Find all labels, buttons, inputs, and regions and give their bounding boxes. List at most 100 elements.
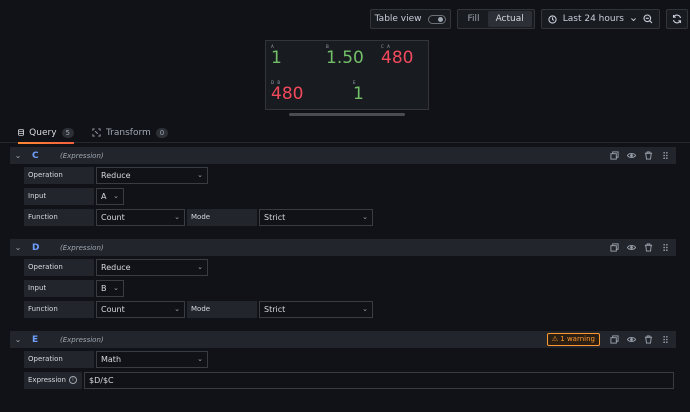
operation-label: Operation bbox=[24, 259, 94, 276]
stat-preview-panel: A 1 B 1.50 C A 480 D B 480 E 1 bbox=[265, 40, 429, 110]
query-actions: ⚠ 1 warning bbox=[546, 331, 670, 348]
function-label: Function bbox=[24, 209, 94, 226]
chevron-down-icon: ⌄ bbox=[197, 171, 203, 179]
tab-query[interactable]: Query 5 bbox=[18, 122, 74, 144]
tab-transform-label: Transform bbox=[106, 127, 151, 138]
operation-row: Operation Math ⌄ bbox=[24, 351, 208, 368]
chevron-down-icon: ⌄ bbox=[174, 213, 180, 221]
editor-tabs: Query 5 Transform 0 bbox=[0, 122, 690, 144]
operation-row: Operation Reduce ⌄ bbox=[24, 259, 208, 276]
mode-select[interactable]: Strict ⌄ bbox=[259, 301, 373, 318]
time-range-label: Last 24 hours bbox=[562, 14, 624, 24]
query-type: (Expression) bbox=[60, 335, 104, 344]
input-row: Input B ⌄ bbox=[24, 280, 124, 297]
toggle-switch[interactable] bbox=[427, 14, 446, 24]
operation-select[interactable]: Reduce ⌄ bbox=[96, 167, 208, 184]
refresh-button[interactable] bbox=[666, 9, 688, 29]
transform-icon bbox=[92, 128, 101, 137]
stat-value: 1 bbox=[271, 48, 282, 68]
mode-label: Mode bbox=[187, 301, 257, 318]
operation-label: Operation bbox=[24, 351, 94, 368]
database-icon bbox=[18, 129, 25, 136]
chevron-down-icon: ⌄ bbox=[197, 355, 203, 363]
zoom-out-icon[interactable] bbox=[643, 14, 653, 24]
chevron-down-icon: ⌄ bbox=[362, 213, 368, 221]
info-icon[interactable]: i bbox=[69, 376, 77, 384]
function-row: Function Count ⌄ Mode Strict ⌄ bbox=[24, 301, 373, 318]
query-actions bbox=[610, 147, 670, 164]
stat-value: 480 bbox=[381, 48, 414, 68]
table-view-label: Table view bbox=[374, 14, 422, 24]
input-select[interactable]: A ⌄ bbox=[96, 188, 124, 205]
query-row-d: ⌄ D (Expression) Operation Reduce ⌄ Input… bbox=[10, 239, 676, 321]
preview-scrollbar[interactable] bbox=[289, 113, 405, 116]
chevron-down-icon: ⌄ bbox=[174, 305, 180, 313]
tab-query-label: Query bbox=[29, 127, 57, 138]
duplicate-icon[interactable] bbox=[610, 243, 619, 252]
fill-option[interactable]: Fill bbox=[460, 11, 488, 27]
operation-label: Operation bbox=[24, 167, 94, 184]
panel-toolbar: Table view Fill Actual Last 24 hours bbox=[369, 9, 688, 31]
fill-actual-switch: Fill Actual bbox=[456, 9, 535, 29]
collapse-chevron-icon[interactable]: ⌄ bbox=[10, 151, 26, 160]
drag-handle-icon[interactable] bbox=[661, 335, 670, 344]
query-header[interactable]: ⌄ C (Expression) bbox=[10, 147, 676, 164]
stat-c: C A 480 bbox=[381, 44, 414, 68]
expression-label: Expression i bbox=[24, 372, 82, 389]
stat-e: E 1 bbox=[353, 80, 364, 104]
stat-value: 1.50 bbox=[326, 48, 364, 68]
operation-select[interactable]: Reduce ⌄ bbox=[96, 259, 208, 276]
query-ref-id[interactable]: E bbox=[32, 335, 54, 345]
function-select[interactable]: Count ⌄ bbox=[96, 209, 185, 226]
actual-option[interactable]: Actual bbox=[487, 11, 532, 27]
duplicate-icon[interactable] bbox=[610, 151, 619, 160]
table-view-toggle[interactable]: Table view bbox=[369, 9, 451, 29]
trash-icon[interactable] bbox=[644, 151, 653, 160]
query-ref-id[interactable]: D bbox=[32, 243, 54, 253]
input-label: Input bbox=[24, 188, 94, 205]
mode-select[interactable]: Strict ⌄ bbox=[259, 209, 373, 226]
query-row-c: ⌄ C (Expression) Operation Reduce ⌄ Input… bbox=[10, 147, 676, 229]
trash-icon[interactable] bbox=[644, 335, 653, 344]
query-actions bbox=[610, 239, 670, 256]
eye-icon[interactable] bbox=[627, 335, 636, 344]
tab-transform[interactable]: Transform 0 bbox=[92, 122, 169, 143]
query-ref-id[interactable]: C bbox=[32, 151, 54, 161]
tab-transform-count: 0 bbox=[155, 127, 169, 138]
function-row: Function Count ⌄ Mode Strict ⌄ bbox=[24, 209, 373, 226]
eye-icon[interactable] bbox=[627, 151, 636, 160]
chevron-down-icon: ⌄ bbox=[362, 305, 368, 313]
query-header[interactable]: ⌄ D (Expression) bbox=[10, 239, 676, 256]
input-label: Input bbox=[24, 280, 94, 297]
input-row: Input A ⌄ bbox=[24, 188, 124, 205]
warning-badge[interactable]: ⚠ 1 warning bbox=[546, 333, 600, 346]
operation-row: Operation Reduce ⌄ bbox=[24, 167, 208, 184]
stat-b: B 1.50 bbox=[326, 44, 364, 68]
chevron-down-icon: ⌄ bbox=[197, 263, 203, 271]
chevron-down-icon: ⌄ bbox=[113, 192, 119, 200]
operation-select[interactable]: Math ⌄ bbox=[96, 351, 208, 368]
stat-a: A 1 bbox=[271, 44, 282, 68]
clock-icon bbox=[548, 14, 557, 24]
drag-handle-icon[interactable] bbox=[661, 151, 670, 160]
chevron-down-icon: ⌄ bbox=[113, 284, 119, 292]
time-range-picker[interactable]: Last 24 hours bbox=[540, 9, 660, 29]
refresh-icon bbox=[672, 14, 682, 24]
eye-icon[interactable] bbox=[627, 243, 636, 252]
function-select[interactable]: Count ⌄ bbox=[96, 301, 185, 318]
expression-input[interactable]: $D/$C bbox=[84, 372, 674, 389]
chevron-down-icon bbox=[631, 17, 636, 21]
collapse-chevron-icon[interactable]: ⌄ bbox=[10, 335, 26, 344]
query-type: (Expression) bbox=[60, 151, 104, 160]
stat-value: 480 bbox=[271, 84, 304, 104]
duplicate-icon[interactable] bbox=[610, 335, 619, 344]
mode-label: Mode bbox=[187, 209, 257, 226]
query-row-e: ⌄ E (Expression) ⚠ 1 warning Operation M… bbox=[10, 331, 676, 393]
drag-handle-icon[interactable] bbox=[661, 243, 670, 252]
trash-icon[interactable] bbox=[644, 243, 653, 252]
collapse-chevron-icon[interactable]: ⌄ bbox=[10, 243, 26, 252]
query-header[interactable]: ⌄ E (Expression) ⚠ 1 warning bbox=[10, 331, 676, 348]
input-select[interactable]: B ⌄ bbox=[96, 280, 124, 297]
stat-d: D B 480 bbox=[271, 80, 304, 104]
stat-value: 1 bbox=[353, 84, 364, 104]
